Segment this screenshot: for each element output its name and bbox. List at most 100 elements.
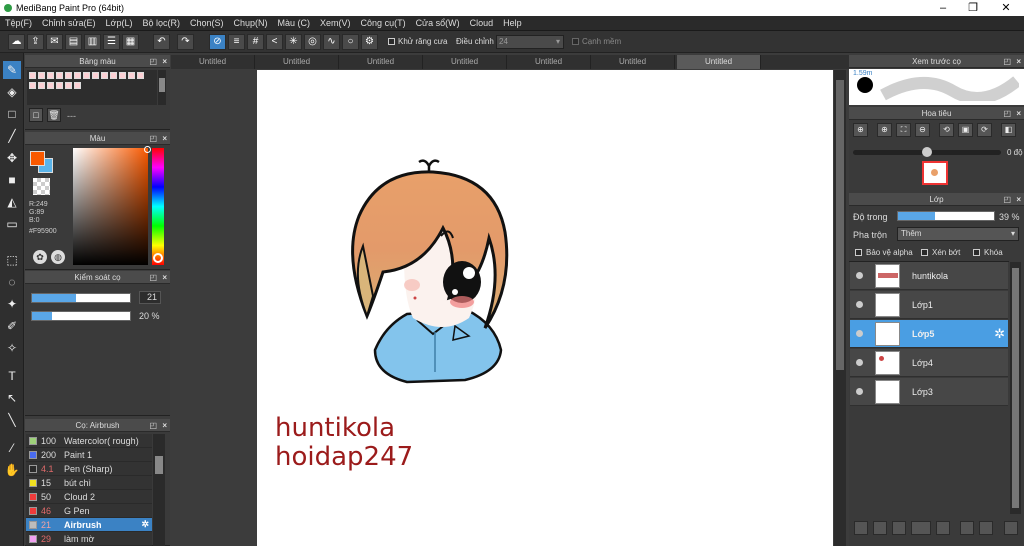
layer-row[interactable]: huntikola	[850, 262, 1008, 290]
palette-swatch[interactable]	[65, 82, 72, 89]
eyedropper-tool-icon[interactable]: ⁄	[3, 439, 21, 457]
undo-icon[interactable]: ↶	[153, 34, 170, 50]
visibility-icon[interactable]	[856, 388, 863, 395]
brush-item[interactable]: 29 làm mờ	[26, 532, 152, 546]
select-rect-tool-icon[interactable]: ⬚	[3, 251, 21, 269]
palette-swatch[interactable]	[47, 72, 54, 79]
zoom-out-icon[interactable]: ⊖	[915, 123, 930, 137]
menu-select[interactable]: Chọn(S)	[185, 16, 229, 31]
protect-alpha-checkbox[interactable]	[855, 249, 862, 256]
menu-color[interactable]: Màu (C)	[273, 16, 316, 31]
gear-icon[interactable]: ✲	[994, 326, 1005, 342]
primary-color-swatch[interactable]	[30, 151, 45, 166]
palette-swatch[interactable]	[74, 82, 81, 89]
palette-swatch[interactable]	[110, 72, 117, 79]
tab-document[interactable]: Untitled	[171, 55, 255, 69]
close-icon[interactable]: ✕	[999, 1, 1013, 15]
blend-mode-select[interactable]: Thêm ▾	[897, 227, 1019, 241]
rectangle-tool-icon[interactable]: □	[3, 105, 21, 123]
lasso-tool-icon[interactable]: ◌	[3, 273, 21, 291]
brush-item[interactable]: 46 G Pen	[26, 504, 152, 518]
operation-tool-icon[interactable]: ↖	[3, 389, 21, 407]
grid-list-icon[interactable]: ☰	[103, 34, 120, 50]
merge-down-icon[interactable]	[979, 521, 993, 535]
menu-file[interactable]: Tệp(F)	[0, 16, 37, 31]
undock-icon[interactable]: ◰	[149, 271, 157, 284]
snap-off-icon[interactable]: ⊘	[209, 34, 226, 50]
zoom-in-icon[interactable]: ⊕	[853, 123, 868, 137]
zoom-actual-icon[interactable]: ⊕	[877, 123, 892, 137]
magic-wand-tool-icon[interactable]: ✦	[3, 295, 21, 313]
divide-tool-icon[interactable]: ╲	[3, 411, 21, 429]
undock-icon[interactable]: ◰	[1003, 55, 1011, 68]
select-eraser-tool-icon[interactable]: ✧	[3, 339, 21, 357]
rotation-handle[interactable]	[922, 147, 932, 157]
palette-swatch[interactable]	[65, 72, 72, 79]
palette-swatch[interactable]	[47, 82, 54, 89]
eraser-tool-icon[interactable]: ◈	[3, 83, 21, 101]
palette-swatch[interactable]	[29, 82, 36, 89]
visibility-icon[interactable]	[856, 330, 863, 337]
palette-swatch[interactable]	[83, 72, 90, 79]
brush-size-slider[interactable]	[31, 293, 131, 303]
brush-list-scrollbar[interactable]	[153, 434, 165, 546]
close-icon[interactable]: ×	[162, 271, 167, 284]
flip-icon[interactable]: ◧	[1001, 123, 1016, 137]
panel-toggle-icon[interactable]: ▤	[65, 34, 82, 50]
rotate-right-icon[interactable]: ⟳	[977, 123, 992, 137]
close-icon[interactable]: ×	[1016, 193, 1021, 206]
undock-icon[interactable]: ◰	[149, 55, 157, 68]
clipping-checkbox[interactable]	[921, 249, 928, 256]
settings-icon[interactable]: ⚙	[361, 34, 378, 50]
layer-row[interactable]: Lớp4	[850, 349, 1008, 377]
tab-document[interactable]: Untitled	[423, 55, 507, 69]
add-layer-menu-icon[interactable]	[911, 521, 931, 535]
brush-item[interactable]: 15 bút chì	[26, 476, 152, 490]
layer-row[interactable]: Lớp1	[850, 291, 1008, 319]
palette-swatch[interactable]	[56, 72, 63, 79]
close-icon[interactable]: ×	[1016, 107, 1021, 120]
hue-slider[interactable]	[152, 148, 164, 265]
palette-swatch[interactable]	[74, 72, 81, 79]
color-mode-icon[interactable]: ◍	[51, 250, 65, 264]
brush-item[interactable]: 200 Paint 1	[26, 448, 152, 462]
folder-icon[interactable]	[936, 521, 950, 535]
document-icon[interactable]: ▥	[84, 34, 101, 50]
brush-opacity-slider[interactable]	[31, 311, 131, 321]
hand-tool-icon[interactable]: ✋	[3, 461, 21, 479]
redo-icon[interactable]: ↷	[177, 34, 194, 50]
antialias-checkbox[interactable]	[388, 38, 395, 45]
lock-checkbox[interactable]	[973, 249, 980, 256]
transparent-color-swatch[interactable]	[33, 178, 50, 195]
comment-icon[interactable]: ✉	[46, 34, 63, 50]
layer-row[interactable]: Lớp3	[850, 378, 1008, 406]
canvas-vertical-scrollbar[interactable]	[834, 70, 846, 546]
delete-layer-icon[interactable]	[1004, 521, 1018, 535]
palette-scrollbar[interactable]	[158, 70, 166, 105]
tab-document[interactable]: Untitled	[507, 55, 591, 69]
snap-circle-icon[interactable]: ◎	[304, 34, 321, 50]
select-pen-tool-icon[interactable]: ✐	[3, 317, 21, 335]
tab-document[interactable]: Untitled	[255, 55, 339, 69]
palette-swatch[interactable]	[29, 72, 36, 79]
menu-tools[interactable]: Công cụ(T)	[356, 16, 411, 31]
fit-window-icon[interactable]: ⛶	[896, 123, 911, 137]
minimize-icon[interactable]: –	[936, 1, 950, 15]
layer-row-selected[interactable]: Lớp5 ✲	[850, 320, 1008, 348]
menu-view[interactable]: Xem(V)	[315, 16, 356, 31]
undock-icon[interactable]: ◰	[1003, 193, 1011, 206]
tab-document[interactable]: Untitled	[591, 55, 675, 69]
palette-swatch[interactable]	[38, 72, 45, 79]
close-icon[interactable]: ×	[1016, 55, 1021, 68]
gear-icon[interactable]: ✲	[141, 519, 149, 530]
visibility-icon[interactable]	[856, 272, 863, 279]
new-layer-icon[interactable]	[854, 521, 868, 535]
menu-filter[interactable]: Bộ lọc(R)	[137, 16, 185, 31]
smooth-checkbox[interactable]	[572, 38, 579, 45]
brush-size-value[interactable]: 21	[139, 291, 161, 304]
line-tool-icon[interactable]: ╱	[3, 127, 21, 145]
tab-document[interactable]: Untitled	[339, 55, 423, 69]
undock-icon[interactable]: ◰	[149, 132, 157, 145]
palette-swatch[interactable]	[119, 72, 126, 79]
brush-item[interactable]: 50 Cloud 2	[26, 490, 152, 504]
